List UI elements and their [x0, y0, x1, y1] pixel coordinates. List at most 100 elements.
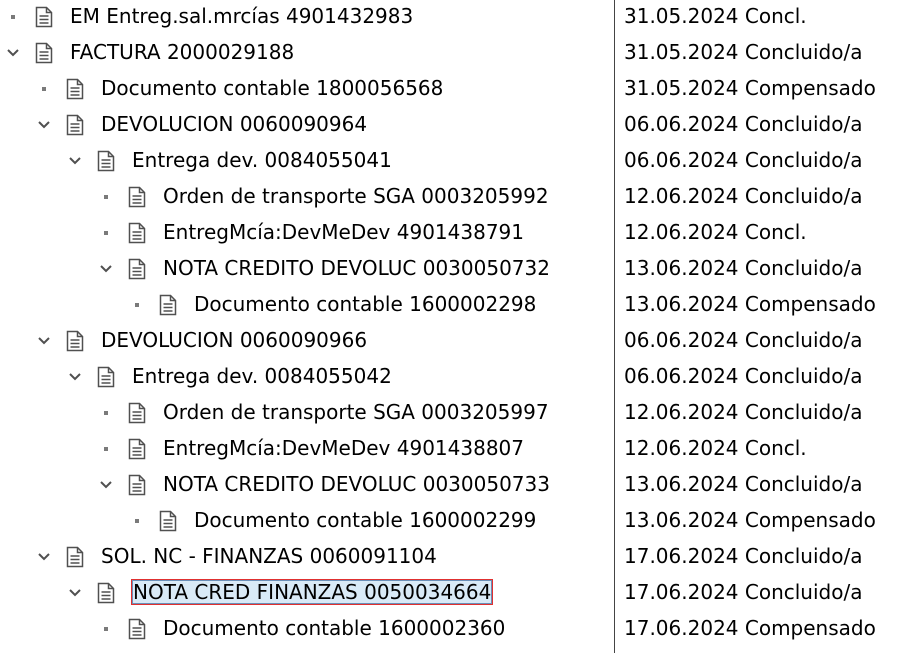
- date-value: 13.06.2024: [624, 256, 739, 280]
- chevron-down-icon[interactable]: [68, 583, 82, 603]
- document-icon: [128, 618, 146, 645]
- date-value: 12.06.2024: [624, 220, 739, 244]
- tree-node-label[interactable]: Orden de transporte SGA 0003205997: [163, 400, 549, 424]
- tree-node-label[interactable]: Entrega dev. 0084055041: [132, 148, 392, 172]
- document-icon: [128, 186, 146, 213]
- leaf-bullet-icon: [6, 7, 20, 27]
- document-icon: [128, 258, 146, 285]
- tree-node-label[interactable]: Entrega dev. 0084055042: [132, 364, 392, 388]
- leaf-bullet-icon: [99, 187, 113, 207]
- tree-row[interactable]: Documento contable 1800056568 31.05.2024 …: [0, 72, 908, 108]
- date-status-cell: 12.06.2024 Concl.: [624, 220, 807, 244]
- tree-node-label[interactable]: Documento contable 1600002360: [163, 616, 505, 640]
- date-value: 17.06.2024: [624, 544, 739, 568]
- chevron-down-icon[interactable]: [37, 115, 51, 135]
- tree-row[interactable]: Orden de transporte SGA 0003205997 12.06.…: [0, 396, 908, 432]
- date-value: 13.06.2024: [624, 508, 739, 532]
- date-status-cell: 31.05.2024 Compensado: [624, 76, 876, 100]
- status-value: Concl.: [744, 4, 807, 28]
- tree-row[interactable]: SOL. NC - FINANZAS 0060091104 17.06.2024 …: [0, 540, 908, 576]
- status-value: Concl.: [744, 220, 807, 244]
- document-icon: [159, 510, 177, 537]
- date-status-cell: 17.06.2024 Concluido/a: [624, 544, 862, 568]
- tree-row[interactable]: Orden de transporte SGA 0003205992 12.06.…: [0, 180, 908, 216]
- status-value: Concluido/a: [744, 328, 863, 352]
- document-icon: [97, 366, 115, 393]
- document-icon: [66, 114, 84, 141]
- status-value: Concluido/a: [744, 256, 863, 280]
- tree-node-label[interactable]: Documento contable 1800056568: [101, 76, 443, 100]
- document-icon: [66, 78, 84, 105]
- document-icon: [159, 294, 177, 321]
- document-icon: [128, 402, 146, 429]
- date-status-cell: 12.06.2024 Concluido/a: [624, 400, 862, 424]
- leaf-bullet-icon: [99, 439, 113, 459]
- chevron-down-icon[interactable]: [68, 151, 82, 171]
- tree-node-label[interactable]: EntregMcía:DevMeDev 4901438791: [163, 220, 524, 244]
- tree-node-label[interactable]: Orden de transporte SGA 0003205992: [163, 184, 549, 208]
- leaf-bullet-icon: [37, 79, 51, 99]
- date-value: 31.05.2024: [624, 76, 739, 100]
- tree-row[interactable]: DEVOLUCION 0060090966 06.06.2024 Concluid…: [0, 324, 908, 360]
- chevron-down-icon[interactable]: [99, 259, 113, 279]
- document-icon: [97, 150, 115, 177]
- status-value: Compensado: [744, 292, 876, 316]
- chevron-down-icon[interactable]: [37, 547, 51, 567]
- leaf-bullet-icon: [99, 403, 113, 423]
- tree-row[interactable]: Documento contable 1600002299 13.06.2024 …: [0, 504, 908, 540]
- tree-row[interactable]: DEVOLUCION 0060090964 06.06.2024 Concluid…: [0, 108, 908, 144]
- status-value: Concluido/a: [744, 400, 863, 424]
- tree-row[interactable]: EntregMcía:DevMeDev 4901438791 12.06.2024…: [0, 216, 908, 252]
- status-value: Compensado: [744, 508, 876, 532]
- tree-node-label[interactable]: NOTA CREDITO DEVOLUC 0030050732: [163, 256, 550, 280]
- tree-node-label[interactable]: SOL. NC - FINANZAS 0060091104: [101, 544, 437, 568]
- date-value: 12.06.2024: [624, 184, 739, 208]
- tree-node-label[interactable]: Documento contable 1600002298: [194, 292, 536, 316]
- date-value: 06.06.2024: [624, 364, 739, 388]
- date-status-cell: 13.06.2024 Concluido/a: [624, 472, 862, 496]
- tree-row[interactable]: Entrega dev. 0084055041 06.06.2024 Conclu…: [0, 144, 908, 180]
- document-flow-tree: EM Entreg.sal.mrcías 4901432983 31.05.202…: [0, 0, 908, 648]
- chevron-down-icon[interactable]: [37, 331, 51, 351]
- date-value: 13.06.2024: [624, 472, 739, 496]
- tree-node-label[interactable]: FACTURA 2000029188: [70, 40, 294, 64]
- leaf-bullet-icon: [130, 295, 144, 315]
- status-value: Concluido/a: [744, 544, 863, 568]
- document-icon: [97, 582, 115, 609]
- tree-node-label[interactable]: EM Entreg.sal.mrcías 4901432983: [70, 4, 413, 28]
- date-value: 13.06.2024: [624, 292, 739, 316]
- date-value: 06.06.2024: [624, 148, 739, 172]
- tree-row[interactable]: Entrega dev. 0084055042 06.06.2024 Conclu…: [0, 360, 908, 396]
- tree-row[interactable]: FACTURA 2000029188 31.05.2024 Concluido/a: [0, 36, 908, 72]
- date-status-cell: 13.06.2024 Compensado: [624, 292, 876, 316]
- status-value: Compensado: [744, 76, 876, 100]
- tree-row[interactable]: Documento contable 1600002360 17.06.2024 …: [0, 612, 908, 648]
- date-status-cell: 12.06.2024 Concluido/a: [624, 184, 862, 208]
- date-status-cell: 06.06.2024 Concluido/a: [624, 148, 862, 172]
- tree-node-label[interactable]: NOTA CRED FINANZAS 0050034664: [130, 579, 494, 605]
- chevron-down-icon[interactable]: [99, 475, 113, 495]
- tree-row[interactable]: NOTA CRED FINANZAS 0050034664 17.06.2024 …: [0, 576, 908, 612]
- chevron-down-icon[interactable]: [6, 43, 20, 63]
- chevron-down-icon[interactable]: [68, 367, 82, 387]
- tree-row[interactable]: EntregMcía:DevMeDev 4901438807 12.06.2024…: [0, 432, 908, 468]
- date-status-cell: 31.05.2024 Concl.: [624, 4, 807, 28]
- tree-node-label[interactable]: EntregMcía:DevMeDev 4901438807: [163, 436, 524, 460]
- tree-node-label[interactable]: DEVOLUCION 0060090966: [101, 328, 367, 352]
- date-value: 06.06.2024: [624, 112, 739, 136]
- status-value: Concluido/a: [744, 580, 863, 604]
- status-value: Concluido/a: [744, 364, 863, 388]
- tree-node-label[interactable]: NOTA CREDITO DEVOLUC 0030050733: [163, 472, 550, 496]
- date-value: 31.05.2024: [624, 40, 739, 64]
- tree-node-label[interactable]: DEVOLUCION 0060090964: [101, 112, 367, 136]
- document-icon: [35, 42, 53, 69]
- leaf-bullet-icon: [130, 511, 144, 531]
- tree-row[interactable]: NOTA CREDITO DEVOLUC 0030050732 13.06.202…: [0, 252, 908, 288]
- tree-row[interactable]: NOTA CREDITO DEVOLUC 0030050733 13.06.202…: [0, 468, 908, 504]
- date-value: 12.06.2024: [624, 436, 739, 460]
- tree-node-label[interactable]: Documento contable 1600002299: [194, 508, 536, 532]
- document-icon: [128, 438, 146, 465]
- column-divider: [614, 0, 615, 653]
- tree-row[interactable]: EM Entreg.sal.mrcías 4901432983 31.05.202…: [0, 0, 908, 36]
- tree-row[interactable]: Documento contable 1600002298 13.06.2024 …: [0, 288, 908, 324]
